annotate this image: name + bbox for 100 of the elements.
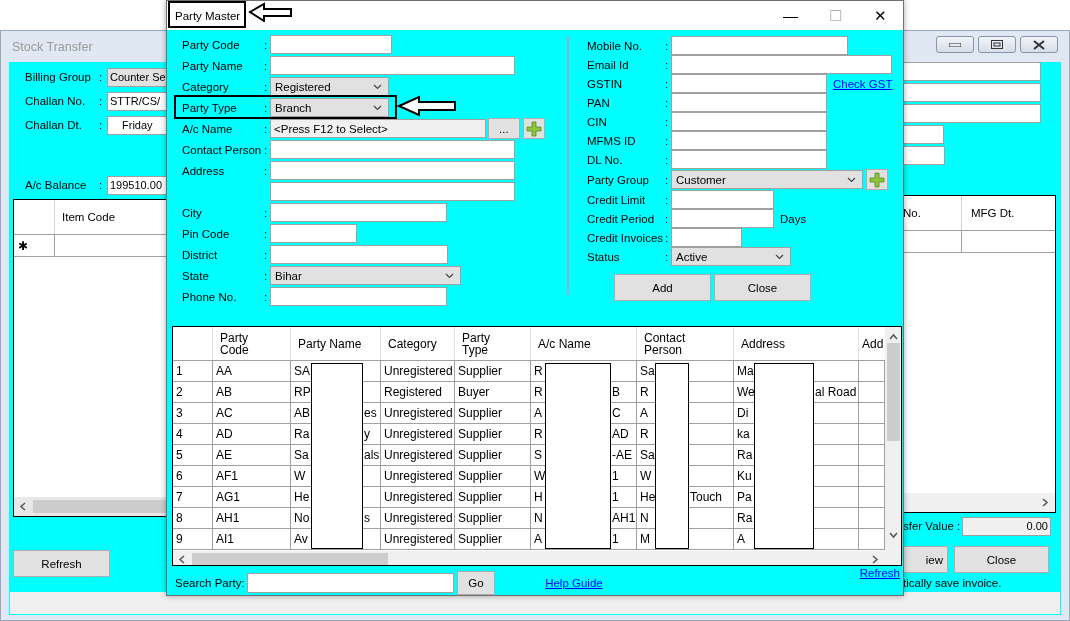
field-label: sfer Value : — [903, 520, 961, 532]
scroll-right-icon[interactable] — [1041, 498, 1049, 507]
column-header: Address — [741, 337, 786, 350]
table-cell: Unregistered — [384, 448, 453, 462]
table-cell: AE — [216, 448, 232, 462]
search-field[interactable] — [246, 573, 454, 593]
input-field[interactable] — [270, 203, 447, 222]
input-field[interactable] — [671, 209, 774, 228]
input-field[interactable] — [903, 83, 1041, 102]
input-field[interactable] — [671, 150, 827, 169]
close-button[interactable]: ✕ — [858, 1, 903, 30]
restore-button[interactable] — [978, 36, 1016, 53]
browse-button[interactable]: ... — [488, 118, 520, 139]
colon: : — [99, 71, 103, 83]
dropdown[interactable]: Branch — [270, 98, 389, 117]
table-cell: Ku — [737, 469, 752, 483]
input-field[interactable]: 199510.00 — [107, 175, 167, 195]
input-field[interactable] — [671, 74, 827, 93]
input-field[interactable] — [671, 112, 827, 131]
scrollbar-thumb[interactable] — [33, 500, 167, 513]
input-field[interactable] — [270, 224, 357, 243]
input-field[interactable] — [903, 125, 944, 144]
transfer-value-field[interactable]: 0.00 — [962, 516, 1051, 536]
column-header: No. — [903, 207, 921, 219]
table-cell: Di — [737, 406, 749, 420]
scroll-right-icon[interactable] — [871, 554, 879, 564]
colon: : — [665, 173, 669, 186]
table-cell: Supplier — [458, 427, 503, 441]
input-field[interactable] — [671, 36, 848, 55]
account-field[interactable]: <Press F12 to Select> — [270, 119, 486, 138]
input-field[interactable]: Counter Se — [107, 67, 168, 87]
colon: : — [665, 212, 669, 225]
field-label: City — [182, 206, 202, 219]
column-header: Category — [388, 337, 437, 350]
field-label: Category — [182, 80, 229, 93]
field-label: Mobile No. — [587, 39, 642, 52]
input-field[interactable] — [671, 131, 827, 150]
dropdown[interactable]: Active — [671, 247, 791, 266]
check-gst-link[interactable]: Check GST — [833, 77, 893, 90]
input-field[interactable] — [270, 140, 515, 159]
minimize-button[interactable]: — — [768, 1, 813, 30]
table-cell: Sa — [640, 448, 655, 462]
table-cell: Ra — [294, 427, 310, 441]
go-button[interactable]: Go — [456, 571, 496, 595]
field-label: Credit Period — [587, 212, 655, 225]
field-label: Party Code — [182, 38, 240, 51]
dropdown[interactable]: Bihar — [270, 266, 461, 285]
input-field[interactable] — [671, 93, 827, 112]
table-cell: y — [364, 427, 370, 441]
table-cell: Unregistered — [384, 469, 453, 483]
scroll-down-icon[interactable] — [888, 531, 898, 539]
dropdown[interactable]: Customer — [671, 170, 863, 189]
input-field[interactable] — [270, 287, 447, 306]
table-cell: SA — [294, 364, 310, 378]
field-label: Phone No. — [182, 290, 237, 303]
field-label: Billing Group — [25, 71, 92, 83]
colon: : — [99, 179, 103, 191]
input-field[interactable] — [671, 228, 742, 247]
scroll-left-icon[interactable] — [178, 554, 186, 564]
colon: : — [264, 206, 268, 219]
scroll-up-icon[interactable] — [888, 333, 898, 341]
table-cell: AI1 — [216, 532, 234, 546]
input-field[interactable] — [903, 62, 1041, 81]
input-field[interactable] — [270, 182, 515, 201]
input-field[interactable]: STTR/CS/ — [107, 91, 167, 111]
field-label: Pin Code — [182, 227, 230, 240]
refresh-button[interactable]: Refresh — [13, 550, 110, 577]
scrollbar-thumb[interactable] — [192, 552, 388, 565]
chevron-down-icon — [373, 104, 382, 111]
input-field[interactable] — [903, 104, 1041, 123]
close-button[interactable]: Close — [954, 546, 1049, 573]
close-button[interactable]: Close — [714, 274, 811, 301]
colon: : — [264, 38, 268, 51]
close-button[interactable] — [1020, 36, 1058, 53]
input-field[interactable]: Friday — [107, 115, 167, 135]
colon: : — [264, 290, 268, 303]
view-button[interactable]: iew — [903, 546, 948, 573]
help-guide-link[interactable]: Help Guide — [545, 577, 603, 589]
add-button[interactable] — [866, 169, 888, 190]
add-button[interactable]: Add — [614, 274, 711, 301]
input-field[interactable] — [270, 56, 515, 75]
field-label: Challan Dt. — [25, 119, 83, 131]
table-cell: He — [294, 490, 310, 504]
input-field[interactable] — [270, 245, 448, 264]
table-cell: A — [534, 532, 542, 546]
input-field[interactable] — [671, 190, 774, 209]
table-cell: N — [640, 511, 649, 525]
scroll-left-icon[interactable] — [19, 502, 27, 511]
refresh-link[interactable]: Refresh — [859, 567, 900, 579]
input-field[interactable] — [270, 161, 515, 180]
field-label: State — [182, 269, 209, 282]
input-field[interactable] — [903, 146, 945, 165]
colon: : — [665, 58, 669, 71]
input-field[interactable] — [671, 55, 892, 74]
scrollbar-thumb[interactable] — [886, 343, 900, 441]
colon: : — [264, 101, 268, 114]
add-button[interactable] — [522, 118, 545, 139]
input-field[interactable] — [270, 35, 392, 54]
table-cell: Supplier — [458, 511, 503, 525]
window-title: Stock Transfer — [12, 39, 93, 54]
